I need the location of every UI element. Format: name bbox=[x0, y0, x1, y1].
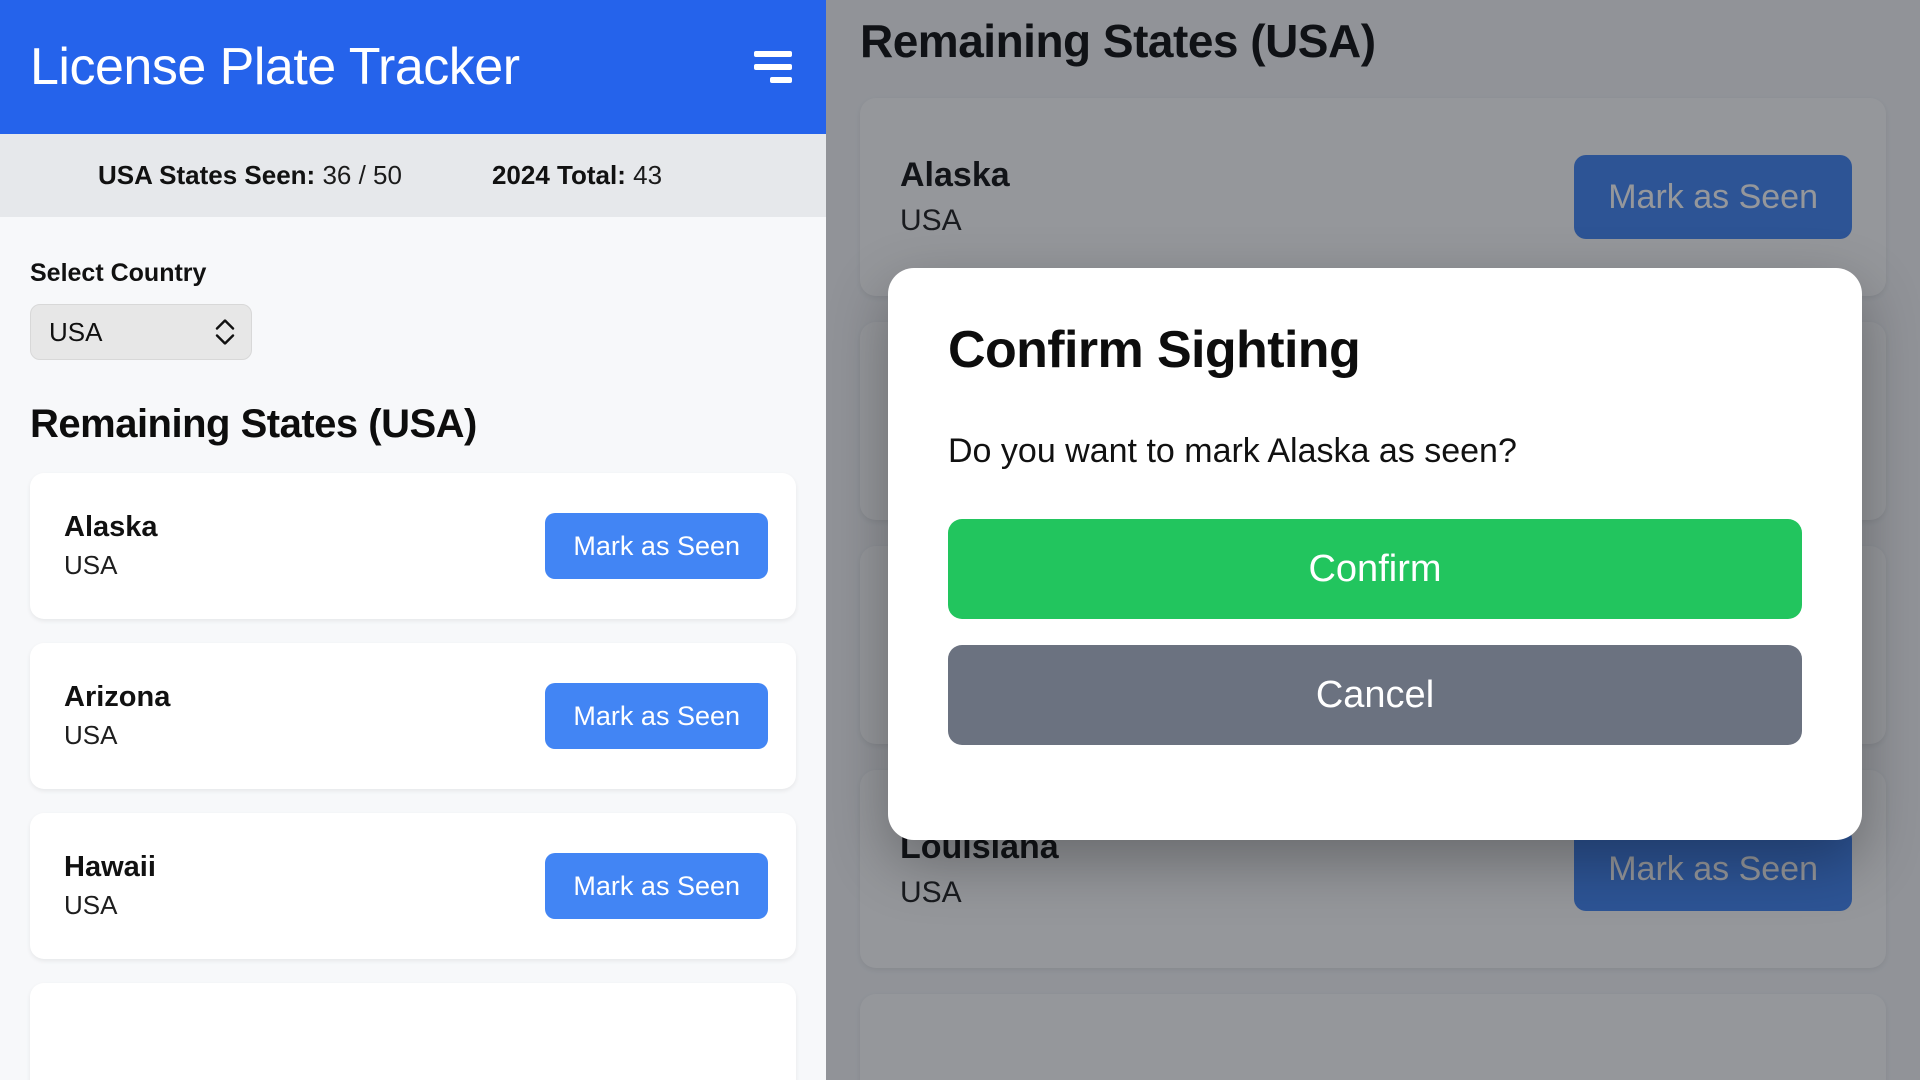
state-card[interactable]: Alaska USA Mark as Seen bbox=[30, 473, 796, 619]
dialog-actions: Confirm Cancel bbox=[948, 519, 1802, 745]
app-title: License Plate Tracker bbox=[30, 38, 520, 96]
state-info: Alaska USA bbox=[64, 511, 158, 581]
menu-bar-middle bbox=[754, 64, 792, 70]
state-country: USA bbox=[64, 720, 118, 751]
stats-bar: USA States Seen: 36 / 50 2024 Total: 43 bbox=[0, 134, 826, 217]
mark-as-seen-button[interactable]: Mark as Seen bbox=[545, 853, 768, 919]
state-card[interactable]: Arizona USA Mark as Seen bbox=[30, 643, 796, 789]
menu-bar-bottom bbox=[770, 77, 792, 83]
confirm-sighting-dialog: Confirm Sighting Do you want to mark Ala… bbox=[888, 268, 1862, 840]
state-name: Arizona bbox=[64, 680, 171, 713]
state-country: USA bbox=[64, 890, 118, 921]
stat-states-seen: USA States Seen: 36 / 50 bbox=[98, 160, 402, 191]
country-select[interactable]: USA bbox=[30, 304, 252, 360]
state-card-list: Alaska USA Mark as Seen Arizona USA Mark… bbox=[30, 473, 796, 1080]
state-info: Hawaii USA bbox=[64, 851, 156, 921]
menu-bar-top bbox=[754, 51, 792, 57]
state-card[interactable] bbox=[30, 983, 796, 1080]
stat-year-total-label: 2024 Total: bbox=[491, 160, 626, 190]
country-select-wrapper: USA bbox=[30, 304, 252, 360]
state-country: USA bbox=[64, 550, 118, 581]
state-name: Hawaii bbox=[64, 850, 156, 883]
state-info: Arizona USA bbox=[64, 681, 170, 751]
stat-year-total-value: 43 bbox=[633, 160, 663, 190]
cancel-button[interactable]: Cancel bbox=[948, 645, 1802, 745]
dialog-message: Do you want to mark Alaska as seen? bbox=[948, 432, 1517, 470]
stat-states-seen-value: 36 / 50 bbox=[322, 160, 402, 190]
mark-as-seen-button[interactable]: Mark as Seen bbox=[545, 513, 768, 579]
app-root: Remaining States (USA) Alaska USA Mark a… bbox=[0, 0, 1920, 1080]
sidebar-body: Select Country USA Remaining States (USA… bbox=[0, 217, 826, 1080]
stat-states-seen-label: USA States Seen: bbox=[98, 160, 316, 190]
app-sidebar: License Plate Tracker USA States Seen: 3… bbox=[0, 0, 826, 1080]
dialog-title: Confirm Sighting bbox=[948, 321, 1361, 379]
hamburger-menu-icon[interactable] bbox=[742, 41, 794, 93]
sidebar-section-title: Remaining States (USA) bbox=[30, 402, 477, 446]
app-header: License Plate Tracker bbox=[0, 0, 826, 134]
confirm-button[interactable]: Confirm bbox=[948, 519, 1802, 619]
state-name: Alaska bbox=[64, 510, 158, 543]
mark-as-seen-button[interactable]: Mark as Seen bbox=[545, 683, 768, 749]
stat-year-total: 2024 Total: 43 bbox=[492, 160, 662, 191]
select-country-label: Select Country bbox=[30, 259, 207, 287]
state-card[interactable]: Hawaii USA Mark as Seen bbox=[30, 813, 796, 959]
